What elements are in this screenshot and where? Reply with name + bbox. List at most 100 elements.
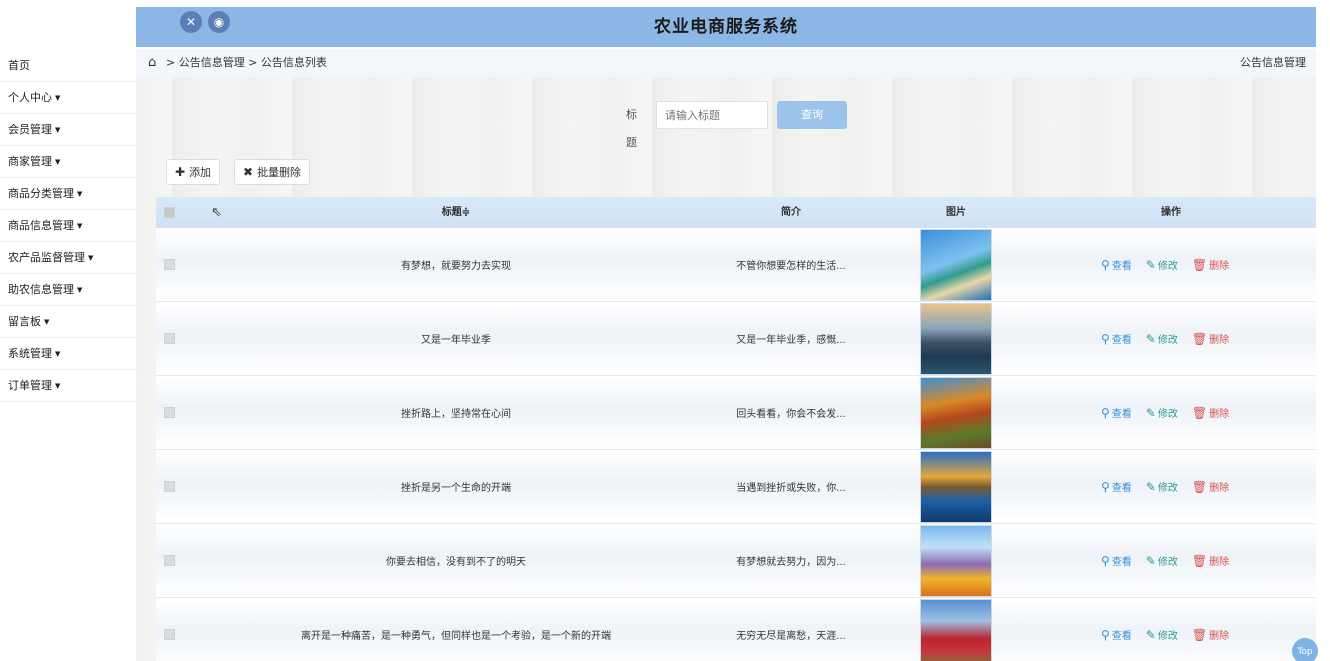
view-button[interactable]: ⚲ 查看 — [1101, 257, 1132, 272]
row-brief: 又是一年毕业季，感慨... — [736, 335, 846, 346]
sidebar: 首页 个人中心 ▼ 会员管理 ▼ 商家管理 ▼ 商品分类管理 ▼ 商品信息管理 ▼ 农产品… — [0, 0, 136, 661]
autumn-road-image — [920, 376, 992, 449]
delete-button[interactable]: 🗑 删除 — [1192, 627, 1229, 642]
view-button[interactable]: ⚲ 查看 — [1101, 627, 1132, 642]
edit-button[interactable]: ✎ 修改 — [1146, 257, 1178, 272]
edit-button[interactable]: ✎ 修改 — [1146, 627, 1178, 642]
red-tree-image — [920, 598, 992, 661]
row-image-cell — [886, 524, 1026, 597]
select-all-checkbox[interactable] — [164, 207, 175, 218]
row-actions: ⚲ 查看 ✎ 修改 🗑 删除 — [1026, 228, 1316, 301]
edit-button[interactable]: ✎ 修改 — [1146, 405, 1178, 420]
search-icon: ⚲ — [1101, 628, 1110, 642]
breadcrumb-path: > 公告信息管理 > 公告信息列表 — [166, 56, 327, 69]
search-icon: ⚲ — [1101, 554, 1110, 568]
title-search-input[interactable] — [656, 101, 768, 129]
row-select-cell — [156, 524, 186, 597]
sidebar-item-label: 会员管理 — [8, 123, 52, 136]
view-label: 查看 — [1111, 335, 1132, 346]
view-button[interactable]: ⚲ 查看 — [1101, 405, 1132, 420]
batch-delete-button[interactable]: ✖ 批量删除 — [234, 159, 311, 185]
sidebar-item-label: 系统管理 — [8, 347, 52, 360]
app-title: 农业电商服务系统 — [654, 17, 798, 37]
image-header: 图片 — [946, 207, 966, 218]
pencil-icon: ✎ — [1145, 258, 1156, 272]
edit-label: 修改 — [1157, 631, 1178, 642]
sidebar-item-message-board[interactable]: 留言板 ▼ — [0, 306, 136, 338]
pencil-icon: ✎ — [1145, 480, 1156, 494]
row-checkbox[interactable] — [164, 629, 175, 640]
search-icon: ⚲ — [1101, 258, 1110, 272]
view-button[interactable]: ⚲ 查看 — [1101, 331, 1132, 346]
mountain-reflection-image — [920, 450, 992, 523]
home-icon[interactable]: ⌂ — [148, 49, 156, 77]
row-title: 挫折是另一个生命的开端 — [401, 483, 511, 494]
delete-button[interactable]: 🗑 删除 — [1192, 257, 1229, 272]
sidebar-item-product-categories[interactable]: 商品分类管理 ▼ — [0, 178, 136, 210]
row-image-cell — [886, 376, 1026, 449]
sidebar-item-product-info[interactable]: 商品信息管理 ▼ — [0, 210, 136, 242]
sidebar-item-supervision[interactable]: 农产品监督管理 ▼ — [0, 242, 136, 274]
trash-icon: 🗑 — [1191, 406, 1208, 420]
row-title: 有梦想，就要努力去实现 — [401, 261, 511, 272]
table-row: 挫折是另一个生命的开端 当遇到挫折或失败，你... ⚲ 查看 ✎ 修改 🗑 删除 — [156, 450, 1316, 524]
view-button[interactable]: ⚲ 查看 — [1101, 479, 1132, 494]
caret-down-icon: ▼ — [88, 254, 94, 262]
sidebar-item-label: 个人中心 — [8, 91, 52, 104]
sidebar-item-personal-center[interactable]: 个人中心 ▼ — [0, 82, 136, 114]
sidebar-item-merchants[interactable]: 商家管理 ▼ — [0, 146, 136, 178]
top-header: ✕ ◉ 农业电商服务系统 — [136, 7, 1316, 47]
sidebar-item-label: 商品分类管理 — [8, 187, 74, 200]
row-checkbox[interactable] — [164, 481, 175, 492]
add-button[interactable]: ✚ 添加 — [166, 159, 221, 185]
edit-button[interactable]: ✎ 修改 — [1146, 479, 1178, 494]
row-checkbox[interactable] — [164, 259, 175, 270]
edit-button[interactable]: ✎ 修改 — [1146, 331, 1178, 346]
back-to-top-button[interactable]: Top — [1292, 638, 1318, 661]
delete-button[interactable]: 🗑 删除 — [1192, 479, 1229, 494]
trash-icon: 🗑 — [1191, 332, 1208, 346]
delete-label: 删除 — [1209, 631, 1230, 642]
sidebar-item-label: 助农信息管理 — [8, 283, 74, 296]
sidebar-item-farm-aid[interactable]: 助农信息管理 ▼ — [0, 274, 136, 306]
query-button[interactable]: 查询 — [777, 101, 847, 129]
row-actions: ⚲ 查看 ✎ 修改 🗑 删除 — [1026, 376, 1316, 449]
caret-down-icon: ▼ — [77, 190, 83, 198]
edit-button[interactable]: ✎ 修改 — [1146, 553, 1178, 568]
search-icon: ⚲ — [1101, 332, 1110, 346]
beach-palm-image — [920, 228, 992, 301]
caret-down-icon: ▼ — [55, 126, 61, 134]
sidebar-menu: 首页 个人中心 ▼ 会员管理 ▼ 商家管理 ▼ 商品分类管理 ▼ 商品信息管理 ▼ 农产品… — [0, 50, 136, 402]
pencil-icon: ✎ — [1145, 406, 1156, 420]
row-brief: 无穷无尽是离愁，天涯... — [736, 631, 846, 642]
trash-icon: 🗑 — [1191, 628, 1208, 642]
row-title: 挫折路上，坚持常在心间 — [401, 409, 511, 420]
sidebar-item-label: 留言板 — [8, 315, 41, 328]
sidebar-item-members[interactable]: 会员管理 ▼ — [0, 114, 136, 146]
table-row: 你要去相信，没有到不了的明天 有梦想就去努力，因为... ⚲ 查看 ✎ 修改 🗑 删除 — [156, 524, 1316, 598]
delete-button[interactable]: 🗑 删除 — [1192, 553, 1229, 568]
delete-button[interactable]: 🗑 删除 — [1192, 331, 1229, 346]
row-checkbox[interactable] — [164, 555, 175, 566]
row-title: 你要去相信，没有到不了的明天 — [386, 557, 526, 568]
delete-button[interactable]: 🗑 删除 — [1192, 405, 1229, 420]
sidebar-item-system[interactable]: 系统管理 ▼ — [0, 338, 136, 370]
row-image-cell — [886, 302, 1026, 375]
ops-header: 操作 — [1161, 207, 1181, 218]
row-checkbox[interactable] — [164, 333, 175, 344]
sidebar-item-home[interactable]: 首页 — [0, 50, 136, 82]
edit-label: 修改 — [1157, 483, 1178, 494]
caret-down-icon: ▼ — [77, 222, 83, 230]
row-brief: 不管你想要怎样的生活... — [736, 261, 846, 272]
table-row: 离开是一种痛苦，是一种勇气，但同样也是一个考验，是一个新的开端 无穷无尽是离愁，… — [156, 598, 1316, 661]
view-label: 查看 — [1111, 557, 1132, 568]
caret-down-icon: ▼ — [55, 350, 61, 358]
sidebar-item-orders[interactable]: 订单管理 ▼ — [0, 370, 136, 402]
view-button[interactable]: ⚲ 查看 — [1101, 553, 1132, 568]
flower-field-image — [920, 524, 992, 597]
view-label: 查看 — [1111, 483, 1132, 494]
view-label: 查看 — [1111, 631, 1132, 642]
title-header[interactable]: 标题≑ — [186, 197, 726, 228]
row-brief: 当遇到挫折或失败，你... — [736, 483, 846, 494]
row-checkbox[interactable] — [164, 407, 175, 418]
